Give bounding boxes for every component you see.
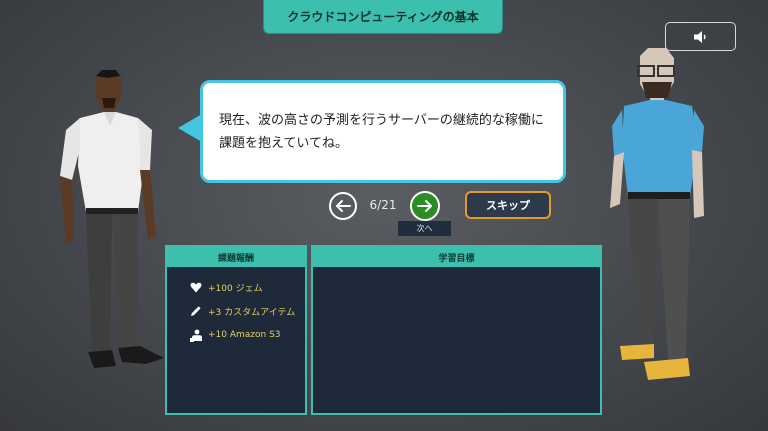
arrow-left-icon: [336, 200, 351, 212]
objectives-panel-title: 学習目標: [313, 247, 600, 267]
next-button[interactable]: [410, 191, 440, 221]
right-character: [610, 48, 704, 380]
reward-label: +10 Amazon S3: [208, 330, 281, 340]
rewards-panel: 課題報酬 +100 ジェム +3 カスタムアイテム +10 Amazon S3: [165, 245, 307, 415]
pencil-icon: [189, 304, 203, 318]
reward-item-gems: +100 ジェム: [189, 280, 263, 294]
left-character: [60, 70, 164, 368]
reward-label: +100 ジェム: [208, 283, 263, 294]
rewards-panel-title: 課題報酬: [167, 247, 305, 267]
dialogue-text: 現在、波の高さの予測を行うサーバーの継続的な稼働に課題を抱えていてね。: [219, 113, 544, 151]
reward-item-custom: +3 カスタムアイテム: [189, 304, 295, 318]
next-tooltip: 次へ: [398, 221, 451, 236]
speaker-icon: [693, 30, 706, 43]
previous-button[interactable]: [329, 192, 357, 220]
objectives-panel: 学習目標: [311, 245, 602, 415]
reward-label: +3 カスタムアイテム: [208, 307, 296, 318]
arrow-right-icon: [417, 200, 432, 212]
page-title: クラウドコンピューティングの基本: [263, 0, 503, 34]
speech-bubble: 現在、波の高さの予測を行うサーバーの継続的な稼働に課題を抱えていてね。: [200, 80, 566, 183]
page-counter: 6/21: [369, 198, 397, 212]
skip-button[interactable]: スキップ: [465, 191, 551, 219]
gem-icon: [189, 280, 203, 294]
reward-item-s3: +10 Amazon S3: [189, 328, 281, 342]
speech-bubble-tail: [178, 114, 202, 142]
user-icon: [189, 328, 203, 342]
